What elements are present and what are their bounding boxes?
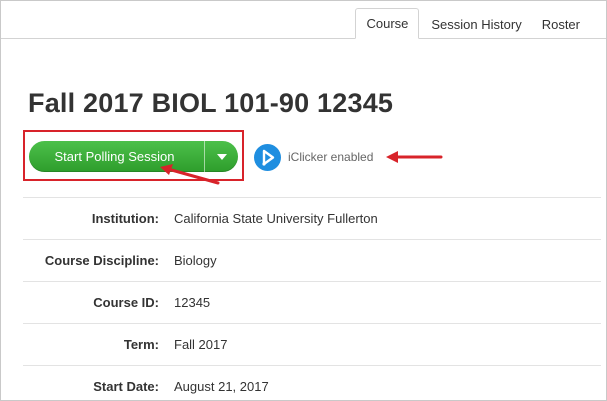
annotation-arrow-iclicker — [386, 151, 443, 163]
detail-label: Course Discipline: — [44, 253, 159, 268]
detail-value: Fall 2017 — [174, 337, 228, 352]
course-details: Institution: California State University… — [23, 197, 601, 400]
tab-session-history[interactable]: Session History — [421, 10, 531, 39]
detail-row-institution: Institution: California State University… — [23, 197, 601, 239]
iclicker-logo-icon — [262, 149, 275, 166]
detail-label: Course ID: — [93, 295, 159, 310]
detail-label: Institution: — [91, 211, 159, 226]
iclicker-status-label: iClicker enabled — [288, 150, 374, 164]
course-page: Course Session History Roster Fall 2017 … — [0, 0, 607, 401]
detail-value: August 21, 2017 — [174, 379, 269, 394]
tab-bar: Course Session History Roster — [1, 1, 606, 39]
detail-row-discipline: Course Discipline: Biology — [23, 239, 601, 281]
tab-course[interactable]: Course — [355, 8, 420, 39]
tab-list: Course Session History Roster — [355, 8, 606, 39]
detail-value: California State University Fullerton — [174, 211, 378, 226]
detail-value: 12345 — [174, 295, 211, 310]
tab-roster[interactable]: Roster — [532, 10, 606, 39]
detail-row-start-date: Start Date: August 21, 2017 — [23, 365, 601, 400]
page-title: Fall 2017 BIOL 101-90 12345 — [28, 88, 394, 118]
caret-down-icon — [216, 153, 227, 160]
detail-row-course-id: Course ID: 12345 — [23, 281, 601, 323]
detail-label: Term: — [123, 337, 159, 352]
iclicker-icon — [254, 144, 281, 171]
detail-label: Start Date: — [93, 379, 159, 394]
detail-value: Biology — [174, 253, 217, 268]
detail-row-term: Term: Fall 2017 — [23, 323, 601, 365]
annotation-arrow-button — [160, 164, 220, 185]
